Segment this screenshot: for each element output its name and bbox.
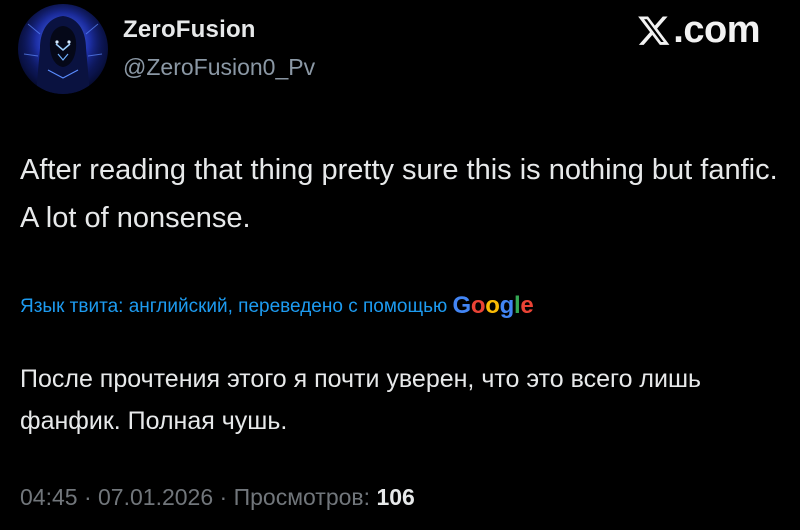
google-letter: g: [499, 292, 515, 319]
views-label: Просмотров:: [233, 484, 371, 510]
translation-notice[interactable]: Язык твита: английский, переведено с пом…: [20, 292, 790, 320]
meta-separator: ·: [219, 484, 228, 510]
tweet-card: ZeroFusion @ZeroFusion0_Pv .com After re…: [0, 0, 800, 530]
author-display-name[interactable]: ZeroFusion: [123, 16, 256, 44]
meta-separator: ·: [83, 484, 92, 510]
author-handle[interactable]: @ZeroFusion0_Pv: [123, 54, 315, 81]
translation-notice-text: Язык твита: английский, переведено с пом…: [20, 296, 448, 317]
avatar[interactable]: [18, 4, 108, 94]
google-letter: G: [452, 292, 472, 319]
google-letter: e: [520, 292, 534, 319]
brand-domain-text: .com: [673, 9, 760, 51]
google-letter: o: [485, 292, 500, 319]
hooded-figure-avatar-icon: [18, 4, 108, 94]
google-logo: Google: [453, 292, 534, 319]
google-letter: o: [470, 292, 486, 319]
tweet-text: After reading that thing pretty sure thi…: [20, 154, 778, 234]
tweet-date[interactable]: 07.01.2026: [98, 484, 213, 510]
translated-tweet-text: После прочтения этого я почти уверен, чт…: [20, 365, 702, 435]
x-brand: .com: [637, 10, 760, 50]
tweet-time[interactable]: 04:45: [20, 484, 78, 510]
views-count: 106: [376, 484, 415, 510]
tweet-meta: 04:45 · 07.01.2026 · Просмотров: 106: [20, 484, 415, 511]
x-logo-icon: [638, 16, 670, 45]
